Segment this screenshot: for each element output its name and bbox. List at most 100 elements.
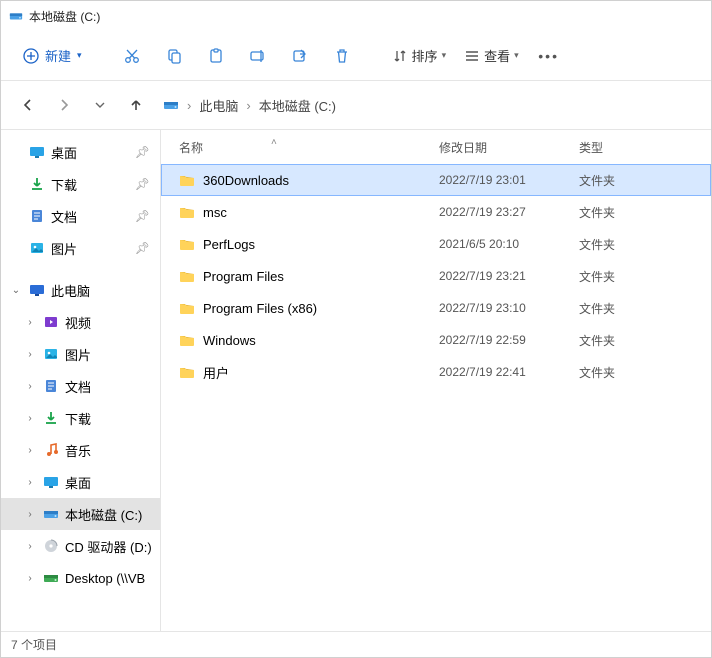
cd-icon (43, 538, 59, 554)
new-button-label: 新建 (45, 46, 71, 65)
file-row[interactable]: Program Files (x86) 2022/7/19 23:10 文件夹 (161, 292, 711, 324)
col-date[interactable]: 修改日期 (421, 139, 561, 156)
sidebar-item[interactable]: › 桌面 (1, 466, 160, 498)
sidebar-item[interactable]: › 视频 (1, 306, 160, 338)
sidebar-item[interactable]: › 音乐 (1, 434, 160, 466)
sidebar-item-label: 桌面 (65, 473, 160, 492)
share-icon (291, 47, 309, 65)
sidebar-item[interactable]: › CD 驱动器 (D:) (1, 530, 160, 562)
chevron-down-icon: ▾ (442, 50, 447, 61)
sidebar-item-quick[interactable]: 文档 📌︎ (1, 200, 160, 232)
download-icon (43, 410, 59, 426)
scissors-icon (123, 47, 141, 65)
main: 桌面 📌︎ 下载 📌︎ 文档 📌︎ 图片 📌︎ ⌄ 此电脑 › 视频 › (1, 129, 711, 631)
sidebar[interactable]: 桌面 📌︎ 下载 📌︎ 文档 📌︎ 图片 📌︎ ⌄ 此电脑 › 视频 › (1, 130, 161, 631)
breadcrumb-sep: › (246, 98, 250, 113)
file-name: msc (203, 205, 227, 220)
nav-row: › 此电脑 › 本地磁盘 (C:) (1, 81, 711, 129)
sidebar-item[interactable]: › 下载 (1, 402, 160, 434)
sidebar-item-label: 文档 (51, 207, 129, 226)
col-name[interactable]: 名称˄ (161, 139, 421, 156)
file-list[interactable]: 360Downloads 2022/7/19 23:01 文件夹 msc 202… (161, 164, 711, 631)
picture-icon (43, 346, 59, 362)
chevron-right-icon: › (23, 477, 37, 488)
chevron-right-icon: › (23, 509, 37, 520)
sort-icon (392, 48, 408, 64)
cut-button[interactable] (112, 40, 152, 72)
sidebar-item-quick[interactable]: 桌面 📌︎ (1, 136, 160, 168)
document-icon (29, 208, 45, 224)
window-title: 本地磁盘 (C:) (29, 8, 100, 25)
sidebar-item[interactable]: › 文档 (1, 370, 160, 402)
rename-button[interactable] (238, 40, 278, 72)
document-icon (43, 378, 59, 394)
file-name: Windows (203, 333, 256, 348)
paste-button[interactable] (196, 40, 236, 72)
sidebar-item-label: 下载 (65, 409, 160, 428)
delete-button[interactable] (322, 40, 362, 72)
file-row[interactable]: 用户 2022/7/19 22:41 文件夹 (161, 356, 711, 388)
file-date: 2022/7/19 23:21 (421, 269, 561, 283)
copy-icon (165, 47, 183, 65)
folder-icon (179, 300, 195, 316)
sort-button[interactable]: 排序 ▾ (384, 42, 455, 69)
chevron-right-icon: › (23, 317, 37, 328)
pin-icon: 📌︎ (135, 177, 160, 191)
sidebar-item-label: 本地磁盘 (C:) (65, 505, 160, 524)
file-date: 2022/7/19 23:10 (421, 301, 561, 315)
sidebar-item-label: 此电脑 (51, 281, 160, 300)
up-button[interactable] (119, 88, 153, 122)
sidebar-item-label: 文档 (65, 377, 160, 396)
new-button[interactable]: 新建 ▾ (15, 42, 90, 69)
sort-indicator-icon: ˄ (271, 137, 277, 148)
chevron-down-icon: ⌄ (9, 285, 23, 296)
sidebar-item-quick[interactable]: 图片 📌︎ (1, 232, 160, 264)
breadcrumb-item[interactable]: 本地磁盘 (C:) (259, 96, 336, 115)
file-name: PerfLogs (203, 237, 255, 252)
monitor-icon (29, 282, 45, 298)
sidebar-item[interactable]: › 本地磁盘 (C:) (1, 498, 160, 530)
sidebar-item-label: 桌面 (51, 143, 129, 162)
breadcrumb-sep: › (187, 98, 191, 113)
copy-button[interactable] (154, 40, 194, 72)
recent-button[interactable] (83, 88, 117, 122)
status-text: 7 个项目 (11, 636, 57, 653)
file-row[interactable]: PerfLogs 2021/6/5 20:10 文件夹 (161, 228, 711, 260)
sidebar-item-thispc[interactable]: ⌄ 此电脑 (1, 274, 160, 306)
sidebar-item[interactable]: › 图片 (1, 338, 160, 370)
folder-icon (179, 172, 195, 188)
file-name: 用户 (203, 363, 229, 382)
explorer-window: 本地磁盘 (C:) 新建 ▾ 排序 ▾ 查看 ▾ ••• (0, 0, 712, 658)
forward-button[interactable] (47, 88, 81, 122)
trash-icon (333, 47, 351, 65)
view-button[interactable]: 查看 ▾ (456, 42, 527, 69)
download-icon (29, 176, 45, 192)
sidebar-item-label: Desktop (\\VB (65, 571, 160, 586)
file-row[interactable]: Windows 2022/7/19 22:59 文件夹 (161, 324, 711, 356)
sidebar-item-label: CD 驱动器 (D:) (65, 537, 160, 556)
file-name: Program Files (x86) (203, 301, 317, 316)
share-button[interactable] (280, 40, 320, 72)
back-button[interactable] (11, 88, 45, 122)
breadcrumb-item[interactable]: 此电脑 (199, 96, 238, 115)
column-headers[interactable]: 名称˄ 修改日期 类型 (161, 130, 711, 164)
view-icon (464, 48, 480, 64)
file-name: 360Downloads (203, 173, 289, 188)
picture-icon (29, 240, 45, 256)
file-type: 文件夹 (561, 236, 711, 253)
sidebar-item-quick[interactable]: 下载 📌︎ (1, 168, 160, 200)
chevron-right-icon: › (23, 541, 37, 552)
file-row[interactable]: 360Downloads 2022/7/19 23:01 文件夹 (161, 164, 711, 196)
breadcrumb[interactable]: › 此电脑 › 本地磁盘 (C:) (163, 96, 336, 115)
col-type[interactable]: 类型 (561, 139, 711, 156)
arrow-right-icon (56, 97, 72, 113)
netdrive-icon (43, 570, 59, 586)
file-date: 2022/7/19 23:27 (421, 205, 561, 219)
more-button[interactable]: ••• (529, 40, 569, 72)
file-row[interactable]: Program Files 2022/7/19 23:21 文件夹 (161, 260, 711, 292)
pin-icon: 📌︎ (135, 209, 160, 223)
folder-icon (179, 364, 195, 380)
file-row[interactable]: msc 2022/7/19 23:27 文件夹 (161, 196, 711, 228)
status-bar: 7 个项目 (1, 631, 711, 657)
sidebar-item[interactable]: › Desktop (\\VB (1, 562, 160, 594)
